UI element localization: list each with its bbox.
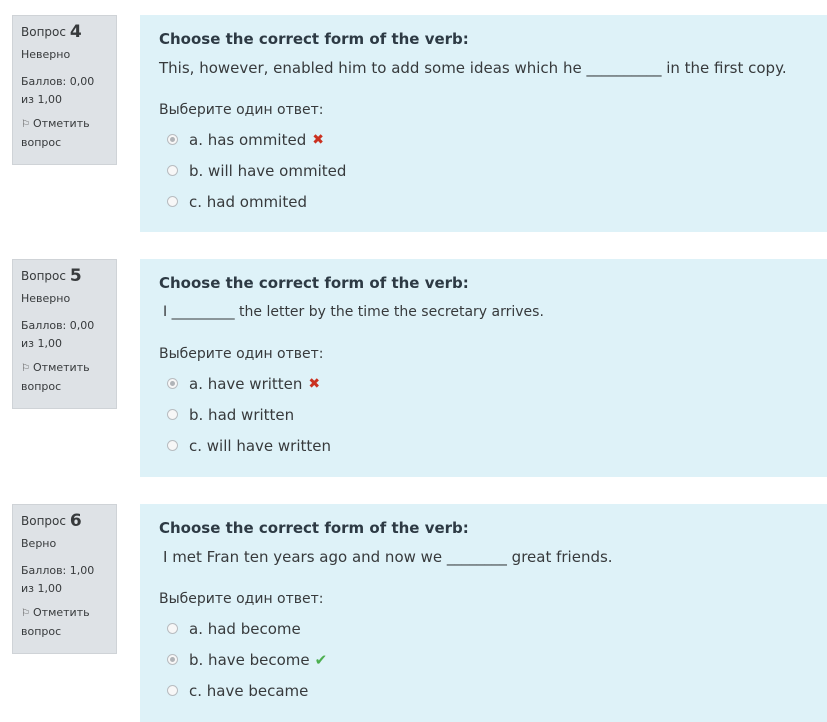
question-info: Вопрос 4 Неверно Баллов: 0,00 из 1,00 ⚐ О… [12,15,117,165]
question-grade: Баллов: 0,00 из 1,00 [21,75,95,106]
question-state: Верно [21,537,57,550]
answer-option-b[interactable]: b. have become ✔ [159,644,808,675]
question-state: Неверно [21,292,71,305]
question-title: Choose the correct form of the verb: [159,274,469,292]
answer-options: a. has ommited ✖ b. will have ommited c.… [159,124,808,217]
answer-option-a[interactable]: a. has ommited ✖ [159,124,808,155]
question-info: Вопрос 6 Верно Баллов: 1,00 из 1,00 ⚐ Отм… [12,504,117,654]
incorrect-icon: ✖ [312,131,324,148]
flag-label[interactable]: Отметить вопрос [21,361,90,393]
answer-options: a. had become b. have become ✔ c. have b… [159,613,808,706]
answer-option-b[interactable]: b. had written [159,399,808,430]
flag-question-link[interactable]: ⚐ Отметить вопрос [21,604,108,641]
question-grade: Баллов: 0,00 из 1,00 [21,319,95,350]
flag-icon[interactable]: ⚐ [21,605,31,623]
question-content: Choose the correct form of the verb: Thi… [140,15,827,232]
radio-button[interactable] [167,378,178,389]
answer-label[interactable]: c. had ommited [189,193,307,211]
answer-option-a[interactable]: a. had become [159,613,808,644]
question-content: Choose the correct form of the verb: I m… [140,504,827,722]
question-title: Choose the correct form of the verb: [159,519,469,537]
radio-button[interactable] [167,623,178,634]
radio-button[interactable] [167,685,178,696]
question-number-value: 5 [69,266,82,286]
question-number: Вопрос 6 [21,511,82,531]
answer-label[interactable]: b. will have ommited [189,162,346,180]
answer-option-c[interactable]: c. had ommited [159,186,808,217]
answer-label[interactable]: a. has ommited [189,131,306,149]
flag-question-link[interactable]: ⚐ Отметить вопрос [21,359,108,396]
correct-icon: ✔ [314,650,328,669]
answer-prompt: Выберите один ответ: [159,591,324,607]
radio-button[interactable] [167,654,178,665]
question-text: This, however, enabled him to add some i… [159,59,787,77]
radio-button[interactable] [167,165,178,176]
question-state: Неверно [21,48,71,61]
flag-question-link[interactable]: ⚐ Отметить вопрос [21,115,108,152]
answer-option-c[interactable]: c. have became [159,675,808,706]
flag-label[interactable]: Отметить вопрос [21,117,90,149]
question-content: Choose the correct form of the verb: I _… [140,259,827,477]
flag-label[interactable]: Отметить вопрос [21,606,90,638]
question-number-value: 4 [69,22,82,42]
question-number: Вопрос 5 [21,266,82,286]
answer-option-a[interactable]: a. have written ✖ [159,368,808,399]
question-text: I _________ the letter by the time the s… [163,304,544,320]
question-text: I met Fran ten years ago and now we ____… [163,548,613,566]
answer-option-b[interactable]: b. will have ommited [159,155,808,186]
flag-icon[interactable]: ⚐ [21,360,31,378]
answer-label[interactable]: b. had written [189,406,294,424]
radio-button[interactable] [167,196,178,207]
answer-prompt: Выберите один ответ: [159,346,324,362]
flag-icon[interactable]: ⚐ [21,116,31,134]
radio-button[interactable] [167,440,178,451]
answer-label[interactable]: a. had become [189,620,301,638]
question-number: Вопрос 4 [21,22,82,42]
radio-button[interactable] [167,134,178,145]
answer-label[interactable]: c. have became [189,682,308,700]
answer-option-c[interactable]: c. will have written [159,430,808,461]
answer-prompt: Выберите один ответ: [159,102,324,118]
answer-label[interactable]: a. have written [189,375,302,393]
question-info: Вопрос 5 Неверно Баллов: 0,00 из 1,00 ⚐ О… [12,259,117,409]
answer-label[interactable]: b. have become [189,651,310,669]
question-grade: Баллов: 1,00 из 1,00 [21,564,95,595]
incorrect-icon: ✖ [308,375,321,392]
question-number-value: 6 [69,511,82,531]
radio-button[interactable] [167,409,178,420]
answer-label[interactable]: c. will have written [189,437,331,455]
answer-options: a. have written ✖ b. had written c. will… [159,368,808,461]
question-title: Choose the correct form of the verb: [159,30,469,48]
